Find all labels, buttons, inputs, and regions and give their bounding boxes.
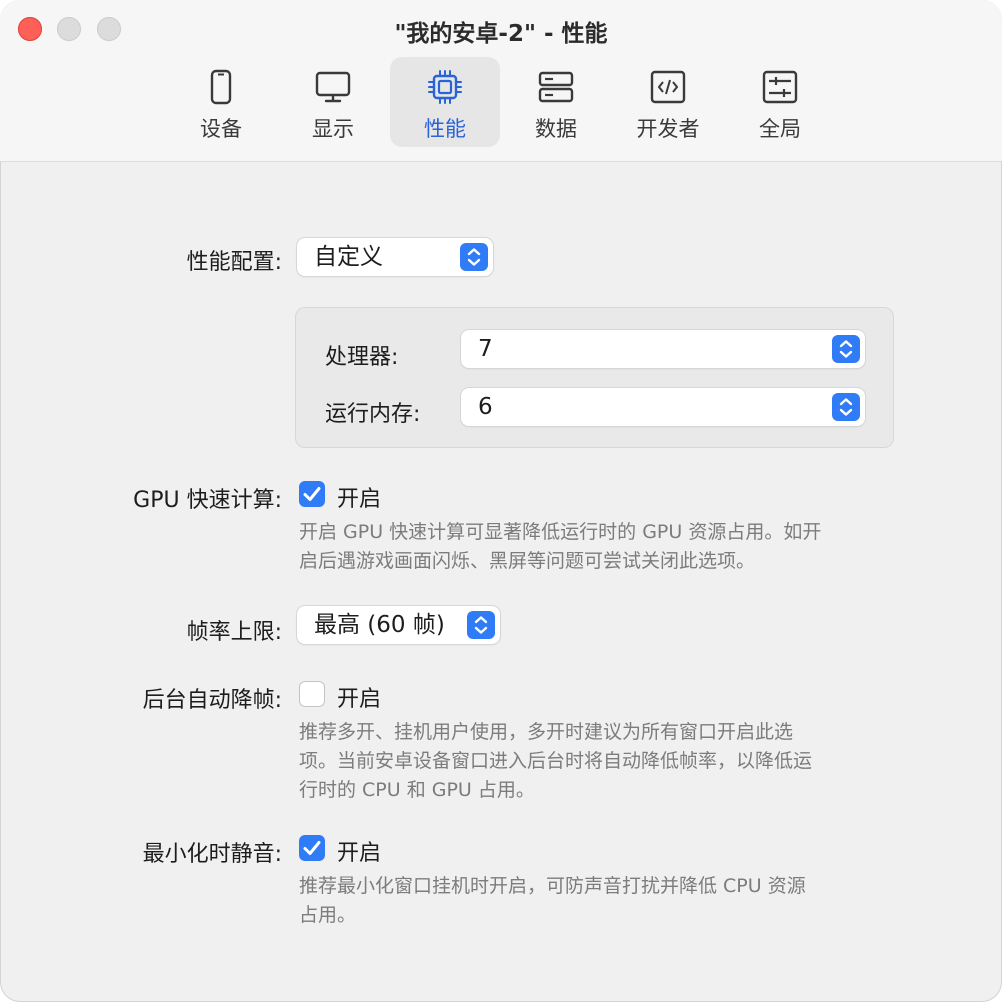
tab-global-label: 全局: [759, 117, 801, 141]
cpu-value: 7: [478, 336, 493, 362]
gpu-label: GPU 快速计算:: [133, 488, 282, 513]
sliders-icon: [762, 70, 798, 104]
chevron-updown-icon: [832, 335, 860, 363]
background-framerate-label: 后台自动降帧:: [142, 688, 282, 713]
background-description-line: 项。当前安卓设备窗口进入后台时将自动降低帧率，以降低运: [299, 750, 813, 772]
background-description-line: 行时的 CPU 和 GPU 占用。: [299, 779, 535, 801]
mute-minimized-checkbox[interactable]: [299, 835, 325, 861]
custom-hardware-group: 处理器: 7 运行内存: 6: [295, 307, 894, 448]
gpu-description: 开启 GPU 快速计算可显著降低运行时的 GPU 资源占用。如开 启后遇游戏画面…: [299, 518, 821, 576]
preferences-window: "我的安卓-2" - 性能 设备 显示 性能 数据 开发者 全局 性能配置: 自…: [0, 0, 1002, 1002]
performance-profile-label: 性能配置:: [186, 250, 282, 275]
chevron-updown-icon: [460, 243, 488, 271]
gpu-description-line: 启后遇游戏画面闪烁、黑屏等问题可尝试关闭此选项。: [299, 550, 756, 572]
memory-value: 6: [478, 394, 493, 420]
window-title: "我的安卓-2" - 性能: [394, 21, 608, 47]
tab-developer[interactable]: 开发者: [613, 57, 723, 147]
mute-description-line: 占用。: [299, 904, 357, 926]
phone-icon: [210, 69, 232, 105]
mute-minimized-label: 最小化时静音:: [142, 842, 282, 867]
storage-icon: [538, 71, 574, 103]
tab-developer-label: 开发者: [636, 117, 700, 141]
checkmark-icon: [303, 841, 321, 855]
tab-device-label: 设备: [200, 117, 242, 141]
framerate-value: 最高 (60 帧): [314, 612, 445, 638]
tab-data[interactable]: 数据: [501, 57, 611, 147]
monitor-icon: [315, 71, 351, 103]
mute-minimized-description: 推荐最小化窗口挂机时开启，可防声音打扰并降低 CPU 资源 占用。: [299, 872, 806, 930]
gpu-description-line: 开启 GPU 快速计算可显著降低运行时的 GPU 资源占用。如开: [299, 521, 822, 543]
titlebar-toolbar: "我的安卓-2" - 性能 设备 显示 性能 数据 开发者 全局: [0, 0, 1002, 162]
framerate-select[interactable]: 最高 (60 帧): [297, 606, 500, 644]
background-framerate-checkbox[interactable]: [299, 681, 325, 707]
tab-performance[interactable]: 性能: [390, 57, 500, 147]
tab-performance-label: 性能: [424, 117, 466, 141]
gpu-checkbox[interactable]: [299, 481, 325, 507]
chevron-updown-icon: [467, 611, 495, 639]
mute-minimized-checkbox-label: 开启: [337, 841, 382, 866]
gpu-checkbox-label: 开启: [337, 487, 382, 512]
mute-description-line: 推荐最小化窗口挂机时开启，可防声音打扰并降低 CPU 资源: [299, 875, 806, 897]
cpu-label: 处理器:: [325, 345, 399, 370]
performance-profile-value: 自定义: [314, 244, 383, 270]
performance-profile-select[interactable]: 自定义: [297, 238, 493, 276]
framerate-label: 帧率上限:: [186, 620, 282, 645]
chevron-updown-icon: [832, 393, 860, 421]
background-description-line: 推荐多开、挂机用户使用，多开时建议为所有窗口开启此选: [299, 721, 794, 743]
chip-icon: [428, 70, 462, 104]
checkmark-icon: [303, 487, 321, 501]
background-framerate-checkbox-label: 开启: [337, 687, 382, 712]
memory-select[interactable]: 6: [461, 388, 865, 426]
tab-global[interactable]: 全局: [725, 57, 835, 147]
memory-label: 运行内存:: [325, 402, 421, 427]
tab-device[interactable]: 设备: [166, 57, 276, 147]
cpu-select[interactable]: 7: [461, 330, 865, 368]
code-icon: [650, 70, 686, 104]
tab-display[interactable]: 显示: [278, 57, 388, 147]
background-framerate-description: 推荐多开、挂机用户使用，多开时建议为所有窗口开启此选 项。当前安卓设备窗口进入后…: [299, 718, 812, 805]
tab-display-label: 显示: [312, 117, 354, 141]
tab-data-label: 数据: [535, 117, 577, 141]
